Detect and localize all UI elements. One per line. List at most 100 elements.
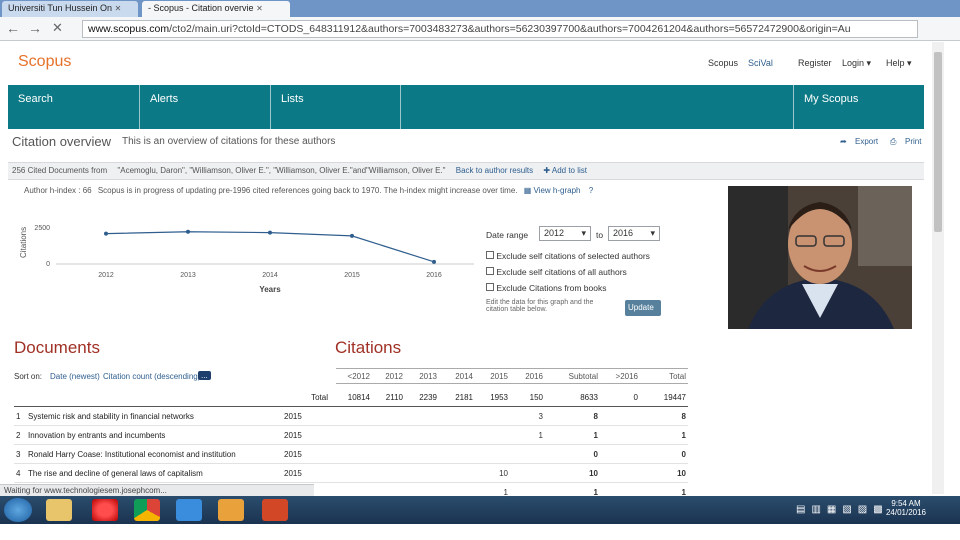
column-header: Subtotal [568,372,598,381]
start-button-icon[interactable] [4,498,32,522]
stop-icon[interactable]: ✕ [52,20,63,36]
total-cell: 0 [681,450,686,459]
data-point[interactable] [432,259,436,264]
data-point[interactable] [104,231,108,236]
document-year: 2015 [284,450,302,459]
scrollbar-thumb[interactable] [934,52,942,232]
x-tick-label: 2015 [344,272,360,279]
nav-alerts[interactable]: Alerts [140,85,271,129]
data-point[interactable] [268,230,272,235]
export-link[interactable]: Export [855,137,878,146]
chevron-down-icon: ▾ [581,228,586,238]
column-header: 2016 [525,372,543,381]
powerpoint-icon[interactable] [262,499,288,521]
column-header: 2014 [455,372,473,381]
opera-icon[interactable] [92,499,118,521]
scopus-logo[interactable]: Scopus [18,53,71,71]
checkbox [486,267,494,275]
data-point[interactable] [350,233,354,238]
exclude-option[interactable]: Exclude self citations of selected autho… [486,251,650,261]
login-link[interactable]: Login ▾ [842,58,871,69]
update-button[interactable]: Update [625,300,661,316]
total-cell: 2110 [385,393,403,402]
total-cell: 1 [681,431,686,440]
system-clock[interactable]: 9:54 AM 24/01/2016 [880,499,932,517]
y-tick-label: 0 [46,261,50,268]
x-axis-label: Years [259,285,281,294]
column-header: Total [669,372,686,381]
media-player-icon[interactable] [218,499,244,521]
register-link[interactable]: Register [798,58,832,68]
data-point[interactable] [186,229,190,234]
chevron-down-icon: ▾ [650,228,655,238]
clock-date: 24/01/2016 [885,508,927,517]
nav-my-scopus[interactable]: My Scopus [794,85,924,129]
print-icon[interactable]: ⎙ [890,137,896,147]
more-options-button[interactable]: ... [198,371,211,380]
help-link[interactable]: Help ▾ [886,58,912,69]
x-tick-label: 2014 [262,272,278,279]
divider [14,406,688,407]
browser-tab[interactable]: Universiti Tun Hussein On ✕ [2,1,138,17]
column-header: 2012 [385,372,403,381]
nav-lists[interactable]: Lists [271,85,401,129]
header-link-scopus[interactable]: Scopus [708,58,738,68]
subtotal-cell: 8 [593,412,598,421]
row-number: 4 [16,469,21,478]
date-to-select[interactable]: 2016 ▾ [608,226,660,241]
back-icon[interactable]: ← [6,20,20,36]
export-icon[interactable]: ➦ [840,137,847,146]
browser-tab-active[interactable]: - Scopus - Citation overvie ✕ [142,1,290,17]
exclude-option[interactable]: Exclude self citations of all authors [486,267,627,277]
row-number: 2 [16,431,21,440]
total-cell: 8 [681,412,686,421]
exclude-option[interactable]: Exclude Citations from books [486,283,606,293]
subtotal-cell: 0 [593,450,598,459]
total-cell: 10814 [347,393,370,402]
document-title-link[interactable]: Ronald Harry Coase: Institutional econom… [28,450,236,459]
url-input[interactable]: www.scopus.com/cto2/main.uri?ctoId=CTODS… [82,20,918,38]
graph-icon: ▦ [523,186,534,195]
internet-explorer-icon[interactable] [176,499,202,521]
forward-icon[interactable]: → [28,20,42,36]
docs-authors: "Acemoglu, Daron", "Williamson, Oliver E… [117,166,446,175]
total-cell: 10 [677,469,686,478]
help-icon[interactable]: ? [589,186,593,195]
citations-2015-cell: 10 [499,469,508,478]
date-from-select[interactable]: 2012 ▾ [539,226,591,241]
column-header: 2013 [419,372,437,381]
print-link[interactable]: Print [905,137,921,146]
document-title-link[interactable]: Systemic risk and stability in financial… [28,412,194,421]
subtotal-cell: 1 [593,431,598,440]
column-header: <2012 [347,372,370,381]
total-cell: 1953 [490,393,508,402]
row-number: 1 [16,412,21,421]
nav-search[interactable]: Search [8,85,140,129]
sort-citations-link[interactable]: Citation count (descending) [103,372,200,381]
citations-2016-cell: 1 [538,431,543,440]
edit-note: Edit the data for this graph and the cit… [486,299,594,313]
add-to-list-link[interactable]: ✚ Add to list [543,166,587,175]
document-title-link[interactable]: Innovation by entrants and incumbents [28,431,165,440]
hindex-label: Author h-index : 66 [24,186,92,195]
row-divider [14,444,688,445]
x-tick-label: 2016 [426,272,442,279]
file-explorer-icon[interactable] [46,499,72,521]
documents-heading: Documents [14,338,100,357]
close-icon[interactable]: ✕ [115,4,122,13]
total-cell: 2239 [419,393,437,402]
chrome-icon[interactable] [134,499,160,521]
header-link-scival[interactable]: SciVal [748,58,773,68]
close-icon[interactable]: ✕ [256,4,263,13]
view-hgraph-link[interactable]: ▦ View h-graph [524,186,581,195]
row-divider [14,482,688,483]
document-year: 2015 [284,469,302,478]
sort-date-link[interactable]: Date (newest) [50,372,100,381]
sort-label: Sort on: [14,372,43,381]
tray-icons[interactable]: ▤▥▦▧▨▩ [796,504,889,515]
page-subtitle: This is an overview of citations for the… [122,136,336,147]
browser-tab-bar: Universiti Tun Hussein On ✕ - Scopus - C… [0,0,960,17]
date-range-label: Date range [486,230,529,240]
back-to-results-link[interactable]: Back to author results [456,166,533,175]
document-title-link[interactable]: The rise and decline of general laws of … [28,469,203,478]
